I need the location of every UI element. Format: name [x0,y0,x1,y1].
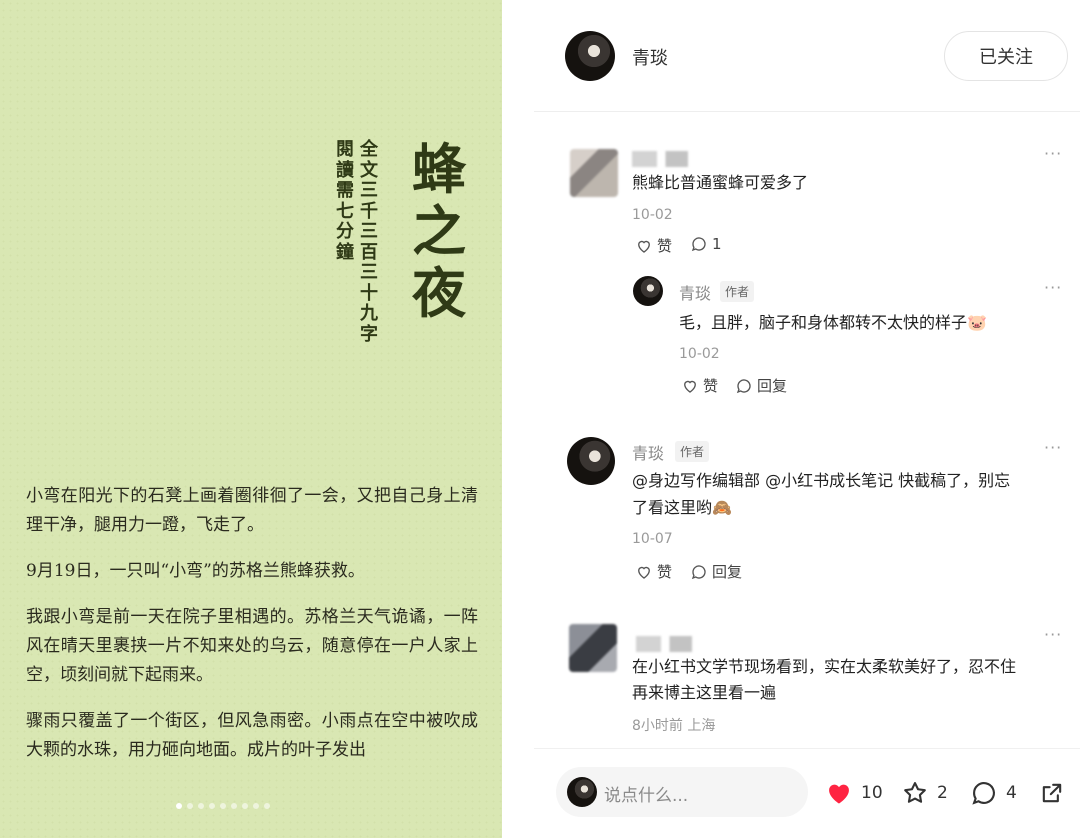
star-count-button[interactable]: 2 [901,779,948,807]
commenter-avatar[interactable] [569,624,617,672]
comment-input[interactable]: 说点什么... [556,767,808,817]
reply-author-name[interactable]: 青琰 [679,280,711,304]
reply-count: 1 [712,235,722,253]
share-icon [1042,783,1062,803]
comment-input-placeholder: 说点什么... [604,786,689,806]
like-label: 赞 [657,563,673,581]
like-count: 10 [861,783,883,803]
more-icon[interactable]: ··· [1044,144,1062,163]
comment-date: 8小时前 上海 [632,718,716,734]
post-image[interactable]: 蜂之夜 全文三千三百三十九字 閱讀需七分鐘 小弯在阳光下的石凳上画着圈徘徊了一会… [0,0,502,838]
carousel-dot[interactable] [209,803,215,809]
comment-item: ··· 熊蜂比普通蜜蜂可爱多了 10-02 赞 1 青琰 作者 ··· 毛，且胖… [534,112,1080,412]
star-icon [904,782,926,803]
carousel-dots[interactable] [176,803,270,809]
comment-icon [691,564,706,579]
carousel-dot[interactable] [176,803,182,809]
paragraph: 小弯在阳光下的石凳上画着圈徘徊了一会，又把自己身上清理干净，腿用力一蹬，飞走了。 [26,486,478,535]
comment-count-button[interactable]: 4 [970,779,1017,807]
reply-button[interactable]: 回复 [690,561,742,582]
user-avatar [567,777,597,807]
share-button[interactable] [1038,779,1066,807]
carousel-dot[interactable] [264,803,270,809]
reply-button[interactable]: 1 [690,235,722,253]
reply-label: 回复 [757,377,788,395]
post-header: 青琰 已关注 [534,0,1080,112]
commenter-name[interactable] [636,636,692,652]
like-button[interactable]: 赞 [635,561,672,582]
comments-panel: 青琰 已关注 ··· 熊蜂比普通蜜蜂可爱多了 10-02 赞 1 青琰 作者 ·… [534,0,1080,838]
comment-icon [691,237,706,252]
commenter-name[interactable] [632,151,688,167]
comment-date: 10-07 [632,531,673,547]
heart-icon [684,380,696,393]
like-button[interactable]: 赞 [681,375,718,396]
paragraph: 我跟小弯是前一天在院子里相遇的。苏格兰天气诡谲，一阵风在晴天里裹挟一片不知来处的… [26,607,478,685]
comment-text: 熊蜂比普通蜜蜂可爱多了 [632,173,809,192]
reply-label: 回复 [712,563,743,581]
paragraph: 9月19日，一只叫“小弯”的苏格兰熊蜂获救。 [26,561,365,581]
carousel-dot[interactable] [198,803,204,809]
reply-button[interactable]: 回复 [735,375,787,396]
comment-date: 10-02 [632,207,673,223]
heart-icon [829,784,849,804]
like-label: 赞 [703,377,719,395]
more-icon[interactable]: ··· [1044,438,1062,457]
more-icon[interactable]: ··· [1044,278,1062,297]
star-count: 2 [937,783,948,803]
paragraph: 骤雨只覆盖了一个街区，但风急雨密。小雨点在空中被吹成大颗的水珠，用力砸向地面。成… [26,711,478,760]
reply-date: 10-02 [679,346,720,362]
comment-count: 4 [1006,783,1017,803]
comment-text-line: @身边写作编辑部 @小红书成长笔记 快截稿了，别忘 [632,471,1011,490]
author-avatar[interactable] [565,31,615,81]
image-reading-time: 閱讀需七分鐘 [336,139,354,263]
comment-text-line: 了看这里哟🙈 [632,498,732,517]
comment-text-line: 在小红书文学节现场看到，实在太柔软美好了，忍不住 [632,657,1017,676]
like-count-button[interactable]: 10 [825,779,883,807]
heart-icon [638,566,650,579]
follow-button[interactable]: 已关注 [944,31,1068,81]
image-body-text: 小弯在阳光下的石凳上画着圈徘徊了一会，又把自己身上清理干净，腿用力一蹬，飞走了。… [26,482,478,782]
image-title: 蜂之夜 [412,137,466,325]
bottom-action-bar: 说点什么... 10 2 4 [534,748,1080,838]
commenter-avatar[interactable] [567,437,615,485]
comment-icon [972,782,995,805]
reply-text: 毛，且胖，脑子和身体都转不太快的样子🐷 [679,313,987,332]
comment-item: 青琰 作者 ··· @身边写作编辑部 @小红书成长笔记 快截稿了，别忘 了看这里… [534,412,1080,602]
comment-text-line: 再来博主这里看一遍 [632,683,777,702]
more-icon[interactable]: ··· [1044,625,1062,644]
comment-icon [736,378,751,393]
author-badge: 作者 [720,281,755,302]
carousel-dot[interactable] [242,803,248,809]
carousel-dot[interactable] [220,803,226,809]
carousel-dot[interactable] [253,803,259,809]
commenter-avatar[interactable] [570,149,618,197]
like-button[interactable]: 赞 [635,235,672,256]
image-word-count: 全文三千三百三十九字 [360,139,378,345]
carousel-dot[interactable] [231,803,237,809]
author-name[interactable]: 青琰 [632,44,668,70]
author-badge: 作者 [675,441,710,462]
carousel-dot[interactable] [187,803,193,809]
like-label: 赞 [657,237,673,255]
commenter-name[interactable]: 青琰 [632,440,664,464]
author-reply-avatar[interactable] [633,276,663,306]
comment-item: ··· 在小红书文学节现场看到，实在太柔软美好了，忍不住 再来博主这里看一遍 8… [534,602,1080,748]
heart-icon [638,240,650,253]
